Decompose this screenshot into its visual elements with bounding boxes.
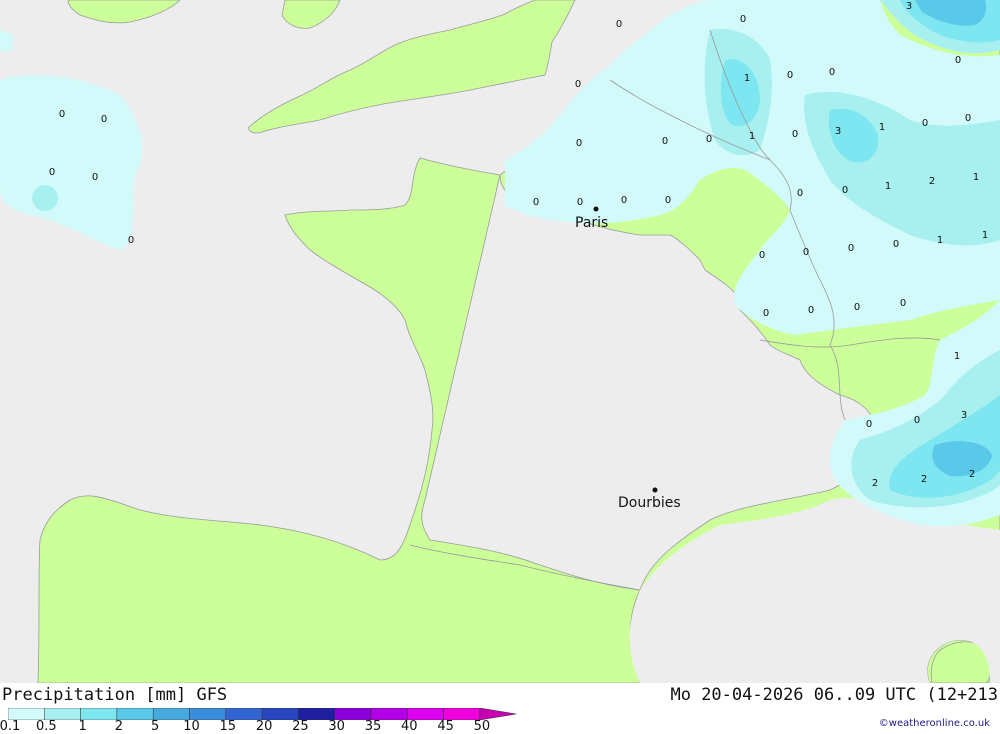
precip-value: 3 xyxy=(961,410,967,421)
legend-tick-label: 2 xyxy=(114,719,124,734)
legend-tick-label: 20 xyxy=(255,719,273,734)
precip-value: 0 xyxy=(575,79,581,90)
precip-value: 0 xyxy=(893,239,899,250)
precip-value: 0 xyxy=(665,195,671,206)
precip-value: 0 xyxy=(803,247,809,258)
precip-value: 0 xyxy=(576,138,582,149)
precip-value: 0 xyxy=(533,197,539,208)
legend-tick-label: 35 xyxy=(364,719,382,734)
legend-tick-label: 5 xyxy=(151,719,160,734)
precip-value: 1 xyxy=(879,122,885,133)
precip-value: 0 xyxy=(763,308,769,319)
precip-spot-atlantic xyxy=(32,185,58,211)
precip-value: 0 xyxy=(854,302,860,313)
map-footer: Precipitation [mm] GFS Mo 20-04-2026 06.… xyxy=(0,683,1000,734)
legend-tick-label: 0.5 xyxy=(35,719,57,734)
precip-value: 0 xyxy=(900,298,906,309)
precip-value: 0 xyxy=(740,14,746,25)
precip-value: 1 xyxy=(885,181,891,192)
precip-value: 0 xyxy=(808,305,814,316)
precip-value: 0 xyxy=(955,55,961,66)
legend-tick-label: 50 xyxy=(473,719,491,734)
legend-tick-label: 45 xyxy=(437,719,454,734)
precip-value: 0 xyxy=(128,235,134,246)
legend-tick-label: 1 xyxy=(78,719,87,734)
precip-value: 0 xyxy=(49,167,55,178)
precip-value: 2 xyxy=(872,478,878,489)
precip-value: 0 xyxy=(616,19,622,30)
precip-value: 0 xyxy=(792,129,798,140)
precip-value: 0 xyxy=(848,243,854,254)
city-marker xyxy=(593,206,599,212)
precip-value: 2 xyxy=(969,469,975,480)
precip-value: 0 xyxy=(914,415,920,426)
precip-value: 1 xyxy=(937,235,943,246)
precip-value: 1 xyxy=(982,230,988,241)
precip-value: 0 xyxy=(797,188,803,199)
legend-title: Precipitation [mm] GFS xyxy=(2,685,228,705)
precip-value: 3 xyxy=(835,126,841,137)
legend-tick-label: 0.1 xyxy=(0,719,21,734)
precip-value: 0 xyxy=(706,134,712,145)
precip-value: 0 xyxy=(829,67,835,78)
legend-tick-label: 15 xyxy=(219,719,237,734)
precip-value: 0 xyxy=(965,113,971,124)
precip-value: 0 xyxy=(621,195,627,206)
precip-value: 0 xyxy=(59,109,65,120)
city-label: Paris xyxy=(575,215,608,231)
legend-tick-label: 30 xyxy=(328,719,345,734)
precip-value: 1 xyxy=(954,351,960,362)
precip-value: 0 xyxy=(842,185,848,196)
legend-tick-label: 25 xyxy=(292,719,309,734)
precip-value: 2 xyxy=(929,176,935,187)
precip-value: 0 xyxy=(662,136,668,147)
precip-value: 0 xyxy=(759,250,765,261)
legend-tick-label: 40 xyxy=(401,719,418,734)
precip-value: 1 xyxy=(749,131,755,142)
legend-tick-label: 10 xyxy=(183,719,200,734)
precip-value: 1 xyxy=(744,73,750,84)
precip-value: 0 xyxy=(866,419,872,430)
precipitation-map: Paris Dourbies 0 0 0 0 0 0 0 0 0 0 0 0 0… xyxy=(0,0,1000,683)
precip-value: 0 xyxy=(577,197,583,208)
credit-link[interactable]: ©weatheronline.co.uk xyxy=(879,718,990,729)
precip-value: 0 xyxy=(922,118,928,129)
city-marker xyxy=(652,487,658,493)
precip-value: 1 xyxy=(973,172,979,183)
valid-time: Mo 20-04-2026 06..09 UTC (12+213 xyxy=(670,685,998,705)
map-canvas: Paris Dourbies 0 0 0 0 0 0 0 0 0 0 0 0 0… xyxy=(0,0,1000,683)
precip-value: 2 xyxy=(921,474,927,485)
precip-value: 0 xyxy=(101,114,107,125)
precip-value: 0 xyxy=(92,172,98,183)
city-label: Dourbies xyxy=(618,495,681,511)
precip-value: 0 xyxy=(787,70,793,81)
precip-value: 3 xyxy=(906,1,912,12)
